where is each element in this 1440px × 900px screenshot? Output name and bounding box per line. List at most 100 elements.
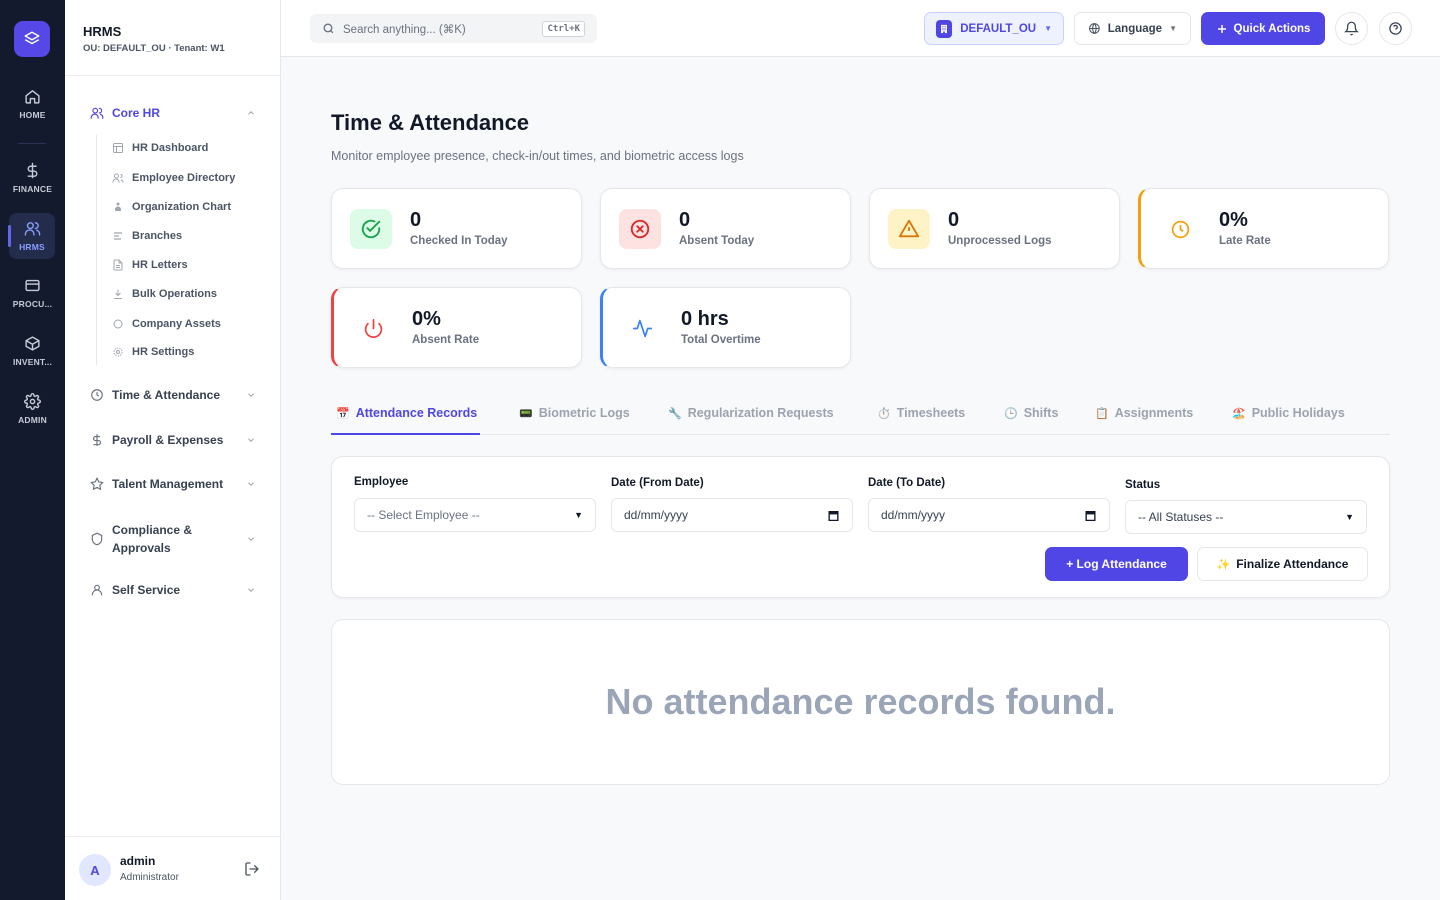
tab-label: Public Holidays — [1251, 406, 1345, 420]
rail-item-admin[interactable]: ADMIN — [0, 386, 65, 432]
ou-selector[interactable]: DEFAULT_OU ▼ — [924, 12, 1064, 45]
stat-label: Late Rate — [1219, 235, 1271, 247]
to-date-value: dd/mm/yyyy — [881, 508, 946, 522]
sidebar-item-employee-directory[interactable]: Employee Directory — [112, 172, 235, 184]
dollar-icon — [27, 162, 38, 179]
sidebar-group-time-attendance[interactable]: Time & Attendance — [90, 388, 256, 402]
rail-item-inventory[interactable]: INVENT... — [0, 328, 65, 374]
tab-timesheets[interactable]: ⏱️ Timesheets — [877, 398, 965, 435]
rail-item-hrms[interactable]: HRMS — [8, 213, 55, 259]
stat-value: 0 — [410, 209, 422, 231]
sidebar-group-label: Self Service — [112, 583, 181, 597]
to-date-label: Date (To Date) — [868, 477, 946, 489]
shield-icon — [91, 532, 103, 546]
tree-line — [96, 135, 97, 365]
rail-item-home[interactable]: HOME — [0, 81, 65, 127]
avatar[interactable]: A — [79, 854, 111, 886]
user-icon — [91, 584, 103, 596]
module-context: OU: DEFAULT_OU · Tenant: W1 — [83, 43, 225, 54]
sidebar-item-label: Company Assets — [132, 318, 221, 330]
sidebar-item-company-assets[interactable]: Company Assets — [112, 318, 221, 330]
tab-attendance-records[interactable]: 📅 Attendance Records — [331, 398, 481, 435]
rail-label: PROCU... — [12, 299, 53, 309]
x-circle-icon — [619, 209, 661, 249]
sidebar-item-bulk-operations[interactable]: Bulk Operations — [112, 288, 217, 300]
stat-card-late-rate: 0% Late Rate — [1138, 188, 1389, 269]
activity-icon — [621, 308, 663, 348]
stat-card-absent-rate: 0% Absent Rate — [331, 287, 582, 368]
stat-value: 0% — [1219, 209, 1248, 231]
layers-logo-icon[interactable] — [14, 21, 50, 57]
tab-biometric-logs[interactable]: 📟 Biometric Logs — [519, 398, 630, 435]
finalize-attendance-button[interactable]: ✨ Finalize Attendance — [1197, 547, 1368, 581]
sidebar-item-hr-dashboard[interactable]: HR Dashboard — [112, 142, 208, 154]
quick-actions-button[interactable]: Quick Actions — [1201, 12, 1325, 45]
notifications-button[interactable] — [1335, 12, 1368, 45]
log-attendance-button[interactable]: + Log Attendance — [1045, 547, 1188, 581]
users-icon — [90, 107, 104, 119]
help-button[interactable] — [1379, 12, 1412, 45]
filter-panel: Employee -- Select Employee -- ▼ Date (F… — [331, 456, 1390, 598]
divider — [65, 75, 281, 76]
circle-icon — [113, 319, 123, 329]
tab-public-holidays[interactable]: 🏖️ Public Holidays — [1232, 398, 1345, 435]
quick-actions-label: Quick Actions — [1233, 22, 1311, 35]
search-input[interactable]: Search anything... (⌘K) Ctrl+K — [310, 14, 597, 43]
tab-shifts[interactable]: 🕒 Shifts — [1004, 398, 1058, 435]
stat-label: Absent Today — [679, 235, 755, 247]
box-icon — [25, 336, 40, 351]
employee-select-value: -- Select Employee -- — [367, 508, 480, 522]
sidebar-item-label: Employee Directory — [132, 172, 236, 184]
finalize-label: Finalize Attendance — [1236, 557, 1349, 571]
calendar-icon: 📅 — [336, 408, 350, 420]
from-date-input[interactable]: dd/mm/yyyy — [611, 498, 853, 532]
users-icon — [112, 173, 124, 183]
tab-bar: 📅 Attendance Records 📟 Biometric Logs 🔧 … — [331, 398, 1390, 435]
tab-label: Regularization Requests — [687, 406, 834, 420]
caret-down-icon: ▼ — [1044, 24, 1052, 33]
rail-item-procurement[interactable]: PROCU... — [0, 270, 65, 316]
sidebar-group-talent-management[interactable]: Talent Management — [90, 477, 256, 491]
employee-select[interactable]: -- Select Employee -- ▼ — [354, 498, 596, 532]
sidebar-group-self-service[interactable]: Self Service — [90, 583, 256, 597]
stat-label: Unprocessed Logs — [948, 235, 1052, 247]
caret-down-icon: ▼ — [1345, 512, 1354, 522]
sidebar-group-label: Time & Attendance — [112, 388, 221, 402]
tab-assignments[interactable]: 📋 Assignments — [1095, 398, 1193, 435]
sidebar-item-organization-chart[interactable]: Organization Chart — [112, 201, 231, 213]
wrench-icon: 🔧 — [668, 408, 682, 420]
sidebar-group-payroll-expenses[interactable]: Payroll & Expenses — [90, 433, 256, 447]
org-chart-icon — [115, 202, 121, 211]
page-title: Time & Attendance — [331, 110, 530, 135]
language-selector[interactable]: Language ▼ — [1074, 12, 1191, 45]
clock-icon — [1159, 209, 1201, 249]
power-icon — [352, 308, 394, 348]
stat-label: Checked In Today — [410, 235, 508, 247]
employee-label: Employee — [354, 476, 409, 488]
status-label: Status — [1125, 479, 1161, 491]
check-circle-icon — [350, 209, 392, 249]
logout-icon[interactable] — [244, 861, 260, 877]
stat-card-total-overtime: 0 hrs Total Overtime — [600, 287, 851, 368]
sidebar-group-label: Compliance & Approvals — [112, 523, 193, 555]
chevron-up-icon — [248, 111, 254, 115]
sidebar-item-hr-letters[interactable]: HR Letters — [112, 259, 188, 271]
from-date-label: Date (From Date) — [611, 477, 704, 489]
sidebar-item-branches[interactable]: Branches — [112, 230, 182, 242]
sidebar-item-hr-settings[interactable]: HR Settings — [112, 346, 194, 358]
sidebar-group-core-hr[interactable]: Core HR — [90, 106, 256, 120]
to-date-input[interactable]: dd/mm/yyyy — [868, 498, 1110, 532]
calendar-icon[interactable] — [827, 509, 840, 522]
tab-regularization-requests[interactable]: 🔧 Regularization Requests — [668, 398, 834, 435]
stat-value: 0 — [948, 209, 960, 231]
rail-item-finance[interactable]: FINANCE — [0, 155, 65, 201]
stat-label: Absent Rate — [412, 334, 480, 346]
search-placeholder: Search anything... (⌘K) — [343, 23, 466, 36]
calendar-icon[interactable] — [1084, 509, 1097, 522]
clipboard-icon: 📋 — [1095, 408, 1109, 420]
rail-label: INVENT... — [12, 357, 53, 367]
sidebar-group-compliance-approvals[interactable]: Compliance & Approvals — [90, 521, 256, 557]
language-label: Language — [1107, 22, 1163, 35]
status-select[interactable]: -- All Statuses -- ▼ — [1125, 500, 1367, 534]
tab-label: Timesheets — [896, 406, 966, 420]
